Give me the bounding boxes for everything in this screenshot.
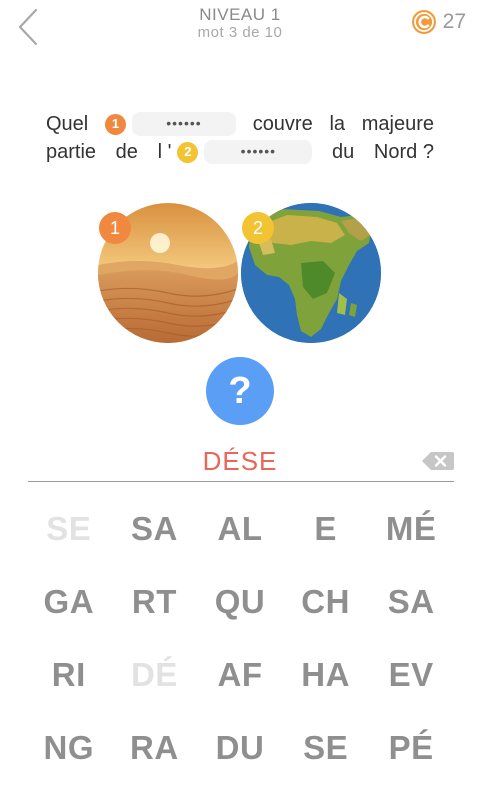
letter-key[interactable]: DU	[197, 711, 283, 784]
question-word: partie	[46, 141, 97, 163]
letter-key[interactable]: E	[283, 492, 369, 565]
letter-key[interactable]: RT	[112, 565, 198, 638]
letter-key[interactable]: HA	[283, 638, 369, 711]
slot-number-badge: 2	[177, 141, 199, 163]
question-word: couvre	[252, 113, 313, 135]
letter-key[interactable]: RI	[26, 638, 112, 711]
game-screen: NIVEAU 1 mot 3 de 10 27 Quel 1 •••••• co…	[0, 0, 480, 800]
question-word: du	[332, 141, 355, 163]
letter-key[interactable]: PÉ	[368, 711, 454, 784]
slot-dots: ••••••	[131, 112, 236, 136]
delete-button[interactable]	[421, 450, 455, 472]
letter-key[interactable]: CH	[283, 565, 369, 638]
image-number-badge: 2	[242, 212, 274, 244]
letter-key[interactable]: AF	[197, 638, 283, 711]
question-text: Quel 1 •••••• couvre la majeure partie d…	[46, 110, 434, 166]
letter-keyboard: SE SA AL E MÉ GA RT QU CH SA RI DÉ AF HA EV NG RA DU SE PÉ	[26, 492, 454, 784]
letter-key[interactable]: QU	[197, 565, 283, 638]
question-word: Quel	[46, 113, 89, 135]
letter-key[interactable]: SE	[283, 711, 369, 784]
question-line-2: partie de l ' 2 •••••• du Nord ?	[46, 138, 434, 166]
question-word: majeure	[361, 113, 434, 135]
coin-c-icon	[411, 10, 436, 34]
word-slot-1[interactable]: 1 ••••••	[104, 112, 236, 136]
hint-button[interactable]: ?	[206, 357, 274, 425]
level-title: NIVEAU 1	[199, 5, 281, 24]
image-number-badge: 1	[99, 212, 131, 244]
question-word: de	[115, 141, 138, 163]
letter-key[interactable]: GA	[26, 565, 112, 638]
letter-key[interactable]: NG	[26, 711, 112, 784]
letter-key[interactable]: SA	[112, 492, 198, 565]
question-line-1: Quel 1 •••••• couvre la majeure	[46, 110, 434, 138]
slot-dots: ••••••	[204, 140, 313, 164]
letter-key[interactable]: MÉ	[368, 492, 454, 565]
slot-number-badge: 1	[104, 113, 126, 135]
word-progress: mot 3 de 10	[197, 24, 283, 41]
coin-count: 27	[442, 10, 466, 33]
question-word: l '	[157, 141, 172, 163]
question-mark-icon: ?	[228, 369, 252, 412]
answer-text: DÉSE	[202, 446, 278, 476]
word-slot-2[interactable]: l ' 2 ••••••	[158, 138, 313, 166]
letter-key[interactable]: EV	[368, 638, 454, 711]
letter-key[interactable]: DÉ	[112, 638, 198, 711]
backspace-icon	[422, 452, 454, 470]
letter-key[interactable]: RA	[112, 711, 198, 784]
question-word: la	[329, 113, 346, 135]
question-word: Nord ?	[373, 141, 434, 163]
letter-key[interactable]: SE	[26, 492, 112, 565]
letter-key[interactable]: AL	[197, 492, 283, 565]
coin-counter[interactable]: 27	[411, 9, 466, 35]
answer-underline	[28, 481, 454, 482]
letter-key[interactable]: SA	[368, 565, 454, 638]
